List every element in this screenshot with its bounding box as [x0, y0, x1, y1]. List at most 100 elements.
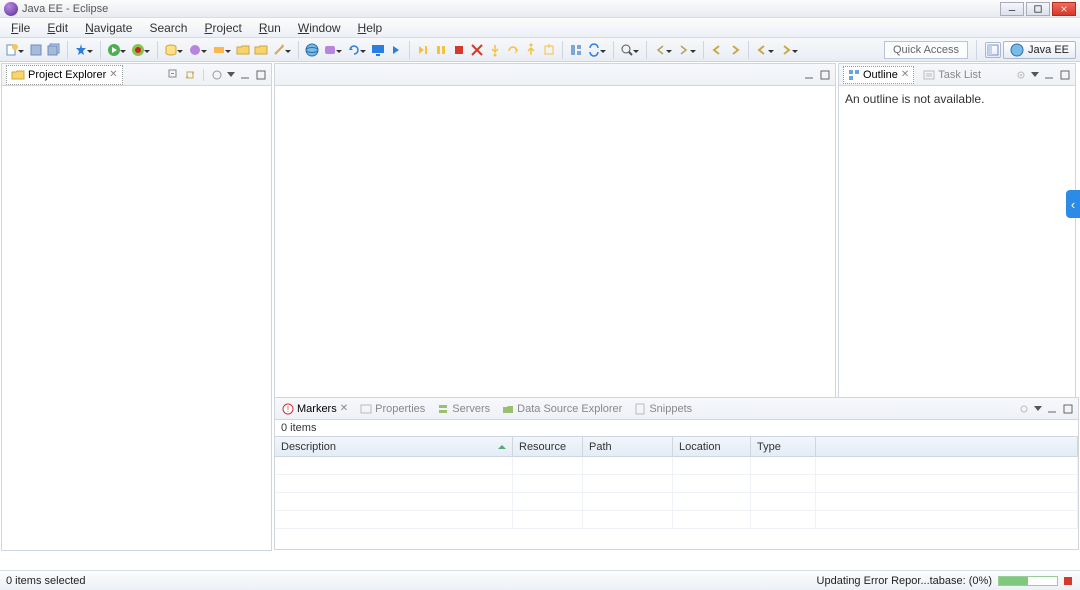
view-menu-icon[interactable]	[1034, 406, 1042, 411]
view-menu-icon[interactable]	[1031, 72, 1039, 77]
progress-bar[interactable]	[998, 576, 1058, 586]
sync-icon[interactable]	[586, 42, 602, 58]
menu-project[interactable]: Project	[197, 20, 248, 36]
new-server-button[interactable]	[163, 42, 179, 58]
statusbar: 0 items selected Updating Error Repor...…	[0, 570, 1080, 590]
focus-task-icon[interactable]	[211, 69, 223, 81]
col-path[interactable]: Path	[583, 437, 673, 456]
monitor-icon[interactable]	[370, 42, 386, 58]
step-over-icon[interactable]	[505, 42, 521, 58]
tab-servers[interactable]: Servers	[434, 401, 493, 417]
maximize-view-icon[interactable]	[255, 69, 267, 81]
layout-icon[interactable]	[568, 42, 584, 58]
table-row	[275, 493, 1078, 511]
new-wizard-button[interactable]	[73, 42, 89, 58]
view-menu-icon[interactable]	[227, 72, 235, 77]
save-button[interactable]	[28, 42, 44, 58]
project-explorer-view: Project Explorer ✕	[1, 63, 272, 551]
tab-properties[interactable]: Properties	[357, 401, 428, 417]
tab-task-list[interactable]: Task List	[918, 66, 986, 84]
maximize-view-icon[interactable]	[1062, 403, 1074, 415]
tab-label: Task List	[938, 69, 981, 81]
new-button[interactable]	[4, 42, 20, 58]
tab-outline[interactable]: Outline ✕	[843, 66, 914, 84]
close-tab-icon[interactable]: ✕	[340, 403, 348, 414]
project-explorer-body[interactable]	[2, 86, 271, 550]
menu-search[interactable]: Search	[142, 20, 194, 36]
new-connector-button[interactable]	[211, 42, 227, 58]
maximize-view-icon[interactable]	[1059, 69, 1071, 81]
stop-icon[interactable]	[451, 42, 467, 58]
servers-icon	[437, 403, 449, 415]
menubar: File Edit Navigate Search Project Run Wi…	[0, 18, 1080, 38]
folder1-icon[interactable]	[235, 42, 251, 58]
minimize-view-icon[interactable]	[1046, 403, 1058, 415]
arrow-right-icon[interactable]	[388, 42, 404, 58]
drop-to-frame-icon[interactable]	[541, 42, 557, 58]
close-tab-icon[interactable]: ✕	[109, 69, 117, 80]
docked-side-tab[interactable]: ‹	[1066, 190, 1080, 218]
menu-run[interactable]: Run	[252, 20, 288, 36]
save-all-button[interactable]	[46, 42, 62, 58]
folder2-icon[interactable]	[253, 42, 269, 58]
tab-project-explorer[interactable]: Project Explorer ✕	[6, 65, 123, 85]
outline-view: Outline ✕ Task List An outline is not a	[838, 63, 1076, 398]
minimize-view-icon[interactable]	[1043, 69, 1055, 81]
markers-table[interactable]: Description Resource Path Location Type	[275, 436, 1078, 549]
window-minimize-button[interactable]	[1000, 2, 1024, 16]
refresh-icon[interactable]	[346, 42, 362, 58]
menu-window[interactable]: Window	[291, 20, 348, 36]
tab-label: Outline	[863, 69, 898, 81]
tab-data-source[interactable]: Data Source Explorer	[499, 401, 625, 417]
link-editor-icon[interactable]	[184, 69, 196, 81]
tab-snippets[interactable]: Snippets	[631, 401, 695, 417]
tab-markers[interactable]: ! Markers ✕	[279, 401, 351, 417]
pause-icon[interactable]	[433, 42, 449, 58]
skip-icon[interactable]	[415, 42, 431, 58]
new-ejb-button[interactable]	[187, 42, 203, 58]
forward-button[interactable]	[727, 42, 743, 58]
table-row	[275, 475, 1078, 493]
disconnect-icon[interactable]	[469, 42, 485, 58]
col-description[interactable]: Description	[275, 437, 513, 456]
prev-annotation-icon[interactable]	[652, 42, 668, 58]
search-button[interactable]	[619, 42, 635, 58]
run-button[interactable]	[106, 42, 122, 58]
menu-navigate[interactable]: Navigate	[78, 20, 139, 36]
col-resource[interactable]: Resource	[513, 437, 583, 456]
perspective-java-ee[interactable]: Java EE	[1003, 41, 1076, 59]
maximize-editor-icon[interactable]	[819, 69, 831, 81]
gear-icon[interactable]	[1018, 403, 1030, 415]
items-count: 0 items	[275, 420, 1078, 436]
window-close-button[interactable]	[1052, 2, 1076, 16]
debug-button[interactable]	[130, 42, 146, 58]
gear-icon[interactable]	[1015, 69, 1027, 81]
problems-view: ! Markers ✕ Properties Servers Data Sour…	[274, 397, 1079, 550]
collapse-all-icon[interactable]	[168, 69, 180, 81]
menu-edit[interactable]: Edit	[40, 20, 75, 36]
col-location[interactable]: Location	[673, 437, 751, 456]
history-back-button[interactable]	[754, 42, 770, 58]
globe-icon[interactable]	[304, 42, 320, 58]
history-forward-button[interactable]	[778, 42, 794, 58]
minimize-editor-icon[interactable]	[803, 69, 815, 81]
col-type[interactable]: Type	[751, 437, 816, 456]
minimize-view-icon[interactable]	[239, 69, 251, 81]
wand-button[interactable]	[271, 42, 287, 58]
step-into-icon[interactable]	[487, 42, 503, 58]
task-list-icon	[923, 69, 935, 81]
close-tab-icon[interactable]: ✕	[901, 69, 909, 80]
stop-job-icon[interactable]	[1062, 575, 1074, 587]
menu-file[interactable]: File	[4, 20, 37, 36]
col-blank[interactable]	[816, 437, 1078, 456]
menu-help[interactable]: Help	[351, 20, 390, 36]
next-annotation-icon[interactable]	[676, 42, 692, 58]
step-return-icon[interactable]	[523, 42, 539, 58]
window-maximize-button[interactable]	[1026, 2, 1050, 16]
back-button[interactable]	[709, 42, 725, 58]
tab-label: Project Explorer	[28, 69, 106, 81]
editor-area[interactable]	[274, 63, 836, 398]
quick-access-input[interactable]: Quick Access	[884, 41, 968, 59]
open-perspective-button[interactable]	[985, 42, 1001, 58]
jee-icon[interactable]	[322, 42, 338, 58]
